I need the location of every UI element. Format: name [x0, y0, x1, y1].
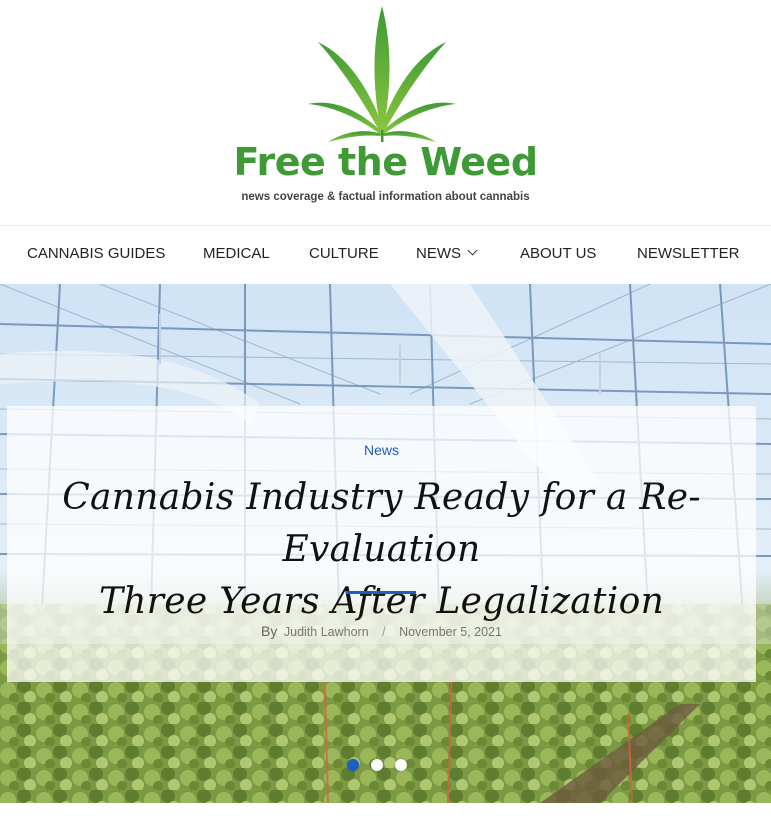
slider-dot-2[interactable] [371, 759, 383, 771]
chevron-down-icon [467, 245, 478, 256]
nav-item-newsletter[interactable]: NEWSLETTER [637, 245, 740, 262]
site-title[interactable]: Free the Weed [0, 140, 771, 184]
meta-separator: / [382, 625, 386, 639]
slider-dot-3[interactable] [395, 759, 407, 771]
by-label: By [261, 623, 278, 639]
hero-slider[interactable]: News Cannabis Industry Ready for a Re-Ev… [0, 284, 771, 803]
post-title[interactable]: Cannabis Industry Ready for a Re-Evaluat… [27, 472, 736, 628]
post-meta: By Judith Lawhorn / November 5, 2021 [7, 623, 756, 639]
nav-item-medical[interactable]: MEDICAL [203, 245, 270, 262]
site-header: Free the Weed news coverage & factual in… [0, 0, 771, 225]
site-tagline: news coverage & factual information abou… [241, 191, 530, 203]
post-title-line-2[interactable]: Three Years After Legalization [27, 576, 736, 628]
nav-item-cannabis-guides[interactable]: CANNABIS GUIDES [27, 245, 165, 262]
nav-item-news-label: NEWS [416, 245, 461, 262]
cannabis-leaf-icon[interactable] [300, 4, 465, 142]
nav-item-news[interactable]: NEWS [416, 245, 478, 262]
main-navigation: CANNABIS GUIDES MEDICAL CULTURE NEWS ABO… [0, 225, 771, 284]
slider-dot-1[interactable] [347, 759, 359, 771]
featured-post-card: News Cannabis Industry Ready for a Re-Ev… [7, 406, 756, 682]
page-bottom-spacer [0, 803, 771, 818]
post-date: November 5, 2021 [399, 625, 502, 639]
author-link[interactable]: Judith Lawhorn [284, 625, 369, 639]
title-divider [346, 591, 416, 594]
post-category-link[interactable]: News [7, 442, 756, 458]
nav-item-about-us[interactable]: ABOUT US [520, 245, 596, 262]
post-title-line-1[interactable]: Cannabis Industry Ready for a Re-Evaluat… [27, 472, 736, 576]
nav-item-culture[interactable]: CULTURE [309, 245, 379, 262]
